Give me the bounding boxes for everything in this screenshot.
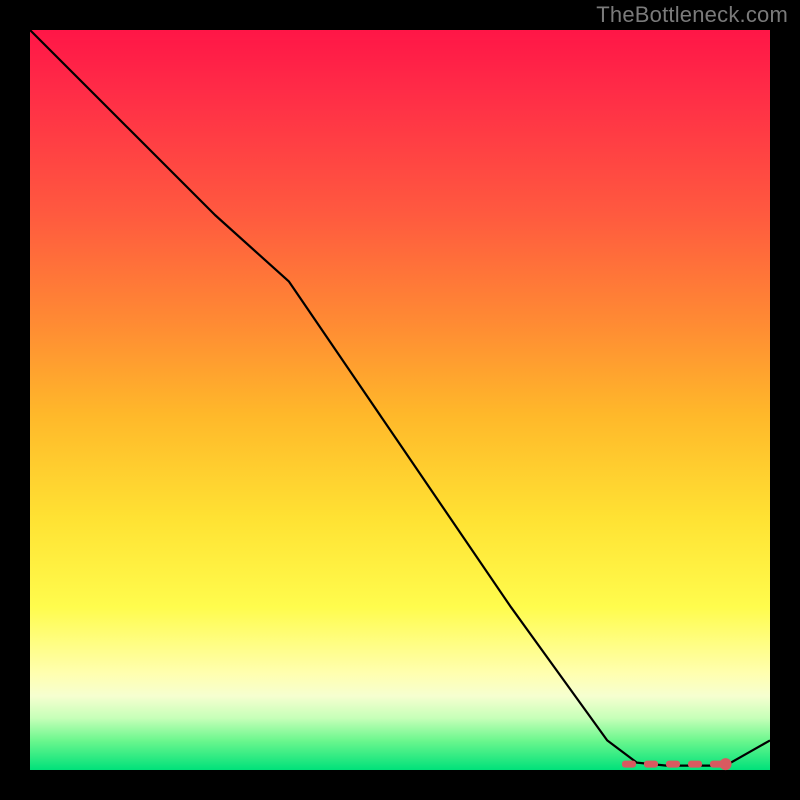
optimal-dash [622, 761, 636, 768]
end-marker [720, 758, 732, 770]
bottleneck-curve [30, 30, 770, 766]
optimal-dash [688, 761, 702, 768]
chart-svg [30, 30, 770, 770]
optimal-dash [644, 761, 658, 768]
optimal-dash [666, 761, 680, 768]
chart-frame: TheBottleneck.com [0, 0, 800, 800]
plot-area [30, 30, 770, 770]
watermark-text: TheBottleneck.com [596, 2, 788, 28]
